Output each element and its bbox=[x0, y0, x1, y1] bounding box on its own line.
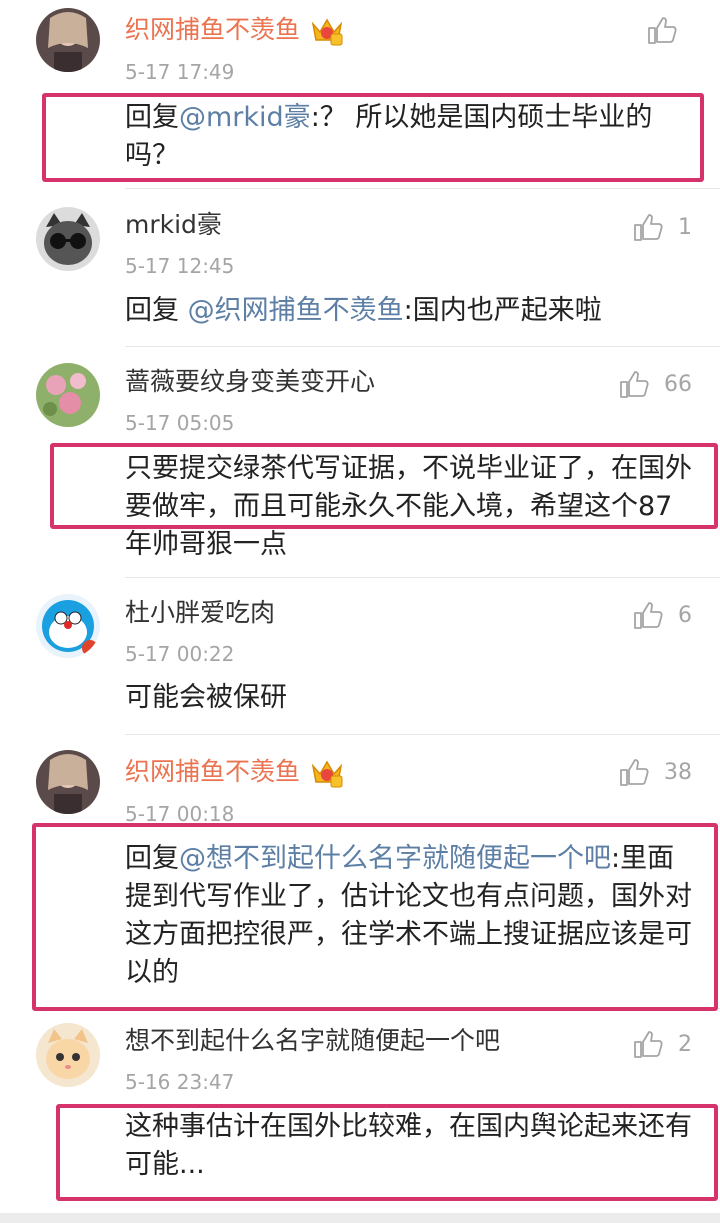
comment-time: 5-17 17:49 bbox=[125, 60, 235, 84]
comment-author[interactable]: mrkid豪 bbox=[125, 209, 222, 241]
highlight-box bbox=[56, 1104, 718, 1201]
thumbs-up-icon bbox=[632, 1028, 664, 1060]
like-button[interactable]: 66 bbox=[618, 366, 692, 402]
like-count: 2 bbox=[678, 1031, 692, 1057]
comment-author[interactable]: 织网捕鱼不羡鱼 bbox=[125, 14, 344, 46]
divider bbox=[125, 734, 720, 735]
avatar[interactable] bbox=[36, 750, 100, 814]
crown-badge-icon bbox=[310, 16, 344, 46]
divider bbox=[125, 346, 720, 347]
avatar[interactable] bbox=[36, 594, 100, 658]
avatar[interactable] bbox=[36, 207, 100, 271]
comment-time: 5-17 05:05 bbox=[125, 411, 235, 435]
like-button[interactable] bbox=[646, 12, 692, 48]
avatar[interactable] bbox=[36, 8, 100, 72]
mention-link[interactable]: @织网捕鱼不羡鱼 bbox=[188, 295, 404, 326]
like-button[interactable]: 1 bbox=[632, 209, 692, 245]
comment-author[interactable]: 想不到起什么名字就随便起一个吧 bbox=[125, 1025, 500, 1057]
like-button[interactable]: 2 bbox=[632, 1026, 692, 1062]
thumbs-up-icon bbox=[632, 211, 664, 243]
crown-badge-icon bbox=[310, 758, 344, 788]
avatar[interactable] bbox=[36, 1023, 100, 1087]
comment-list: 织网捕鱼不羡鱼 5-17 17:49 回复@mrkid豪:？ 所以她是国内硕士毕… bbox=[0, 0, 720, 1223]
comment-time: 5-16 23:47 bbox=[125, 1070, 235, 1094]
like-count: 38 bbox=[664, 759, 692, 785]
comment-author[interactable]: 织网捕鱼不羡鱼 bbox=[125, 756, 344, 788]
like-count: 6 bbox=[678, 602, 692, 628]
comment-text: 可能会被保研 bbox=[125, 682, 287, 713]
bottom-bar bbox=[0, 1213, 720, 1223]
like-button[interactable]: 6 bbox=[632, 597, 692, 633]
thumbs-up-icon bbox=[646, 14, 678, 46]
highlight-box bbox=[50, 443, 718, 529]
comment-author[interactable]: 杜小胖爱吃肉 bbox=[125, 597, 275, 629]
comment-time: 5-17 00:22 bbox=[125, 642, 235, 666]
comment-text: 回复 @织网捕鱼不羡鱼:国内也严起来啦 bbox=[125, 295, 602, 326]
thumbs-up-icon bbox=[618, 756, 650, 788]
like-count: 66 bbox=[664, 371, 692, 397]
divider bbox=[125, 577, 720, 578]
like-count: 1 bbox=[678, 214, 692, 240]
like-button[interactable]: 38 bbox=[618, 754, 692, 790]
highlight-box bbox=[42, 93, 704, 182]
thumbs-up-icon bbox=[618, 368, 650, 400]
comment-time: 5-17 12:45 bbox=[125, 254, 235, 278]
thumbs-up-icon bbox=[632, 599, 664, 631]
comment-author[interactable]: 蔷薇要纹身变美变开心 bbox=[125, 366, 375, 398]
divider bbox=[125, 188, 720, 189]
avatar[interactable] bbox=[36, 363, 100, 427]
highlight-box bbox=[32, 823, 718, 1011]
